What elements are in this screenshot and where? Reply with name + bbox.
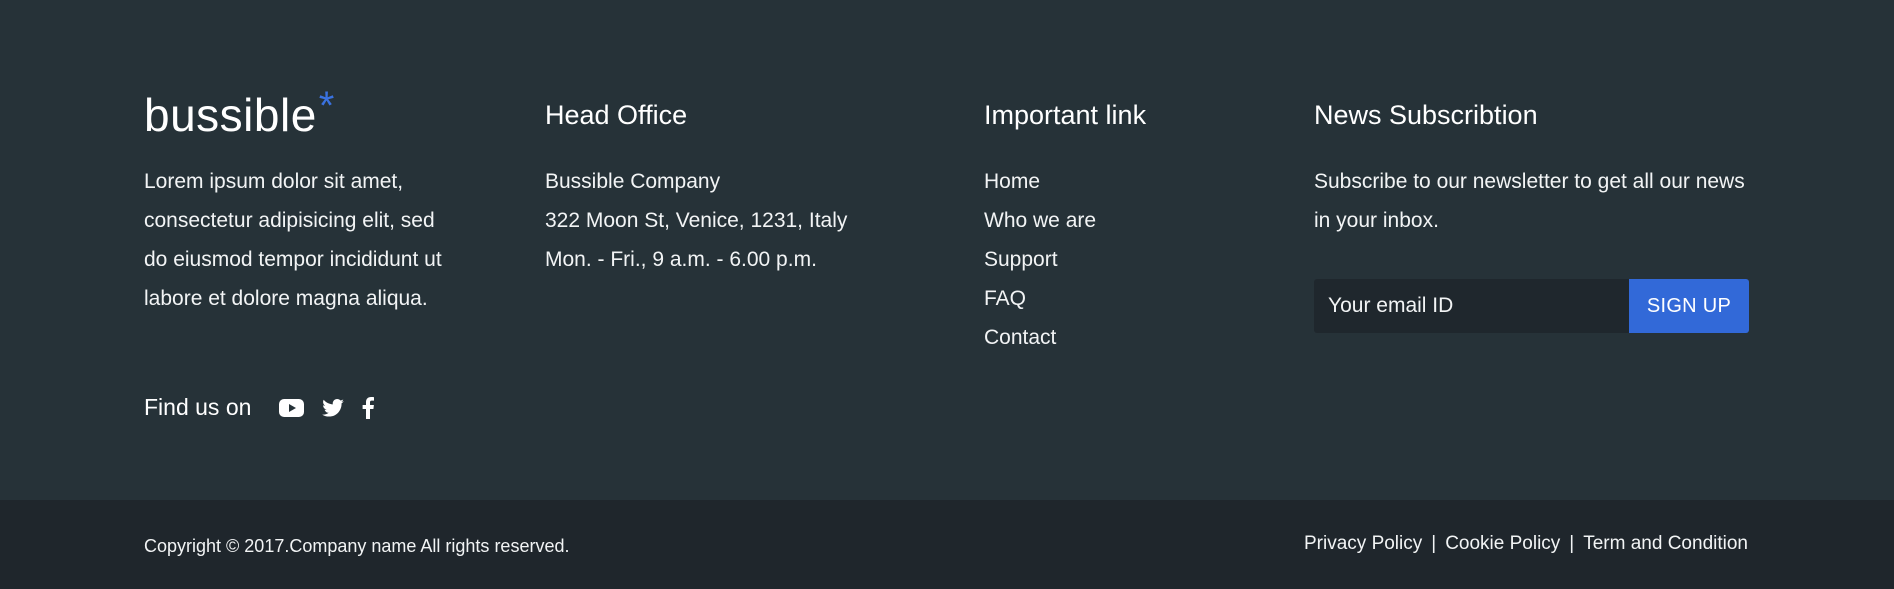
important-links-title: Important link [984, 100, 1147, 130]
about-text: Lorem ipsum dolor sit amet, consectetur … [144, 170, 442, 310]
office-hours: Mon. - Fri., 9 a.m. - 6.00 p.m. [545, 248, 817, 271]
link-who-we-are[interactable]: Who we are [984, 201, 1096, 240]
logo-text-bold: ible [243, 89, 317, 141]
find-us-label: Find us on [144, 394, 252, 420]
legal-links: Privacy Policy | Cookie Policy | Term an… [1304, 533, 1748, 555]
link-contact[interactable]: Contact [984, 318, 1096, 357]
logo-star: * [318, 84, 335, 128]
legal-separator: | [1431, 533, 1437, 554]
footer-bottom-bar: Copyright © 2017.Company name All rights… [0, 500, 1894, 589]
office-address: 322 Moon St, Venice, 1231, Italy [545, 209, 848, 232]
sign-up-button[interactable]: SIGN UP [1629, 279, 1749, 333]
email-input[interactable] [1314, 279, 1629, 333]
link-home[interactable]: Home [984, 162, 1096, 201]
logo-text-light: buss [144, 89, 244, 141]
news-subscription-title: News Subscribtion [1314, 100, 1538, 130]
news-subscription-text: Subscribe to our newsletter to get all o… [1314, 170, 1745, 232]
important-links-list: Home Who we are Support FAQ Contact [984, 162, 1096, 357]
legal-separator: | [1569, 533, 1575, 554]
facebook-icon[interactable] [362, 396, 375, 419]
footer-main: bussible* Lorem ipsum dolor sit amet, co… [0, 0, 1894, 500]
social-row: Find us on [144, 394, 392, 421]
privacy-policy-link[interactable]: Privacy Policy [1304, 533, 1422, 555]
office-details: Bussible Company 322 Moon St, Venice, 12… [545, 162, 847, 279]
twitter-icon[interactable] [322, 398, 345, 417]
office-company: Bussible Company [545, 170, 721, 193]
link-support[interactable]: Support [984, 240, 1096, 279]
copyright-text: Copyright © 2017.Company name All rights… [144, 536, 570, 556]
cookie-policy-link[interactable]: Cookie Policy [1445, 533, 1560, 555]
youtube-icon[interactable] [279, 398, 305, 417]
link-faq[interactable]: FAQ [984, 279, 1096, 318]
logo[interactable]: bussible* [144, 78, 335, 143]
terms-link[interactable]: Term and Condition [1583, 533, 1748, 555]
head-office-title: Head Office [545, 100, 688, 130]
subscribe-form: SIGN UP [1314, 279, 1749, 333]
